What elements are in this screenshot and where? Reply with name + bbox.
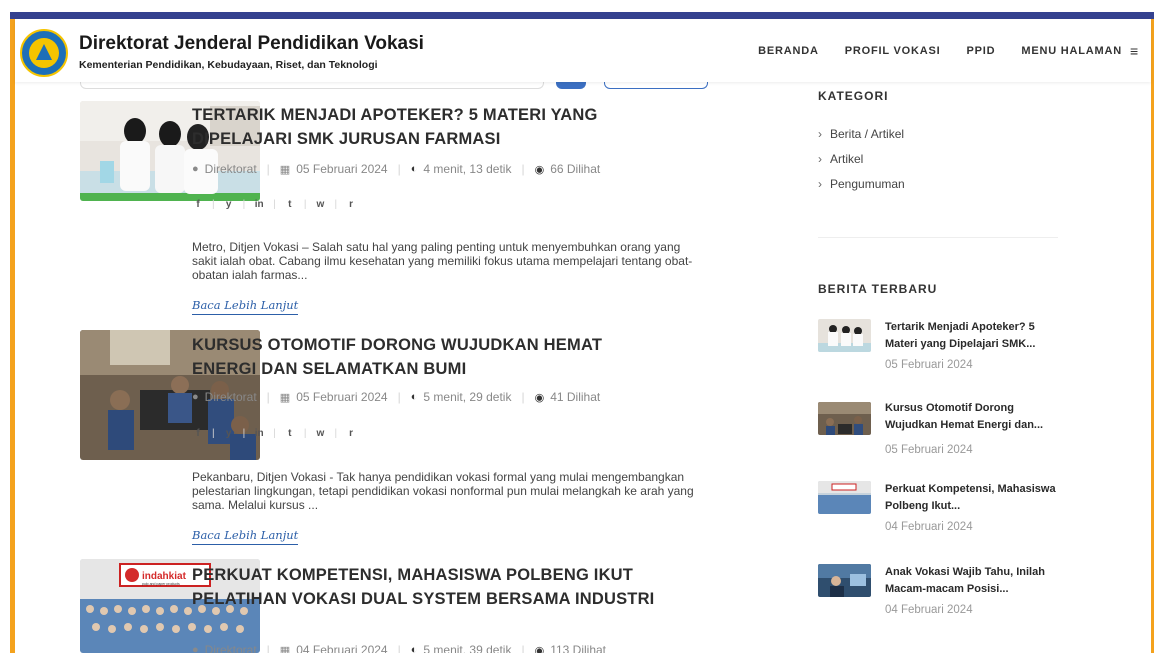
- site-title[interactable]: Direktorat Jenderal Pendidikan Vokasi: [79, 33, 424, 55]
- eye-icon: ◉: [534, 644, 545, 653]
- author: Direktorat: [204, 643, 257, 653]
- article-meta: ● Direktorat | ▦ 04 Februari 2024 | ◐ 5 men…: [192, 643, 606, 653]
- nav-profil-vokasi[interactable]: PROFIL VOKASI: [845, 45, 941, 57]
- recent-news-title: Kursus Otomotif Dorong Wujudkan Hemat En…: [885, 402, 1044, 431]
- site-header: Direktorat Jenderal Pendidikan Vokasi Ke…: [15, 19, 1151, 82]
- clock-icon: ◐: [410, 644, 418, 653]
- date: 05 Februari 2024: [296, 390, 388, 404]
- chevron-right-icon: ›: [818, 177, 822, 191]
- recent-news-item[interactable]: Perkuat Kompetensi, Mahasiswa Polbeng Ik…: [818, 481, 1068, 551]
- filter-button-partial[interactable]: [604, 82, 708, 89]
- linkedin-icon[interactable]: in: [253, 199, 265, 210]
- calendar-icon: ▦: [279, 644, 291, 653]
- banner-text: indahkiat: [142, 571, 187, 582]
- recent-news-date: 05 Februari 2024: [885, 444, 973, 456]
- chevron-right-icon: ›: [818, 152, 822, 166]
- recent-news-date: 05 Februari 2024: [885, 359, 973, 371]
- date: 04 Februari 2024: [296, 643, 388, 653]
- calendar-icon: ▦: [279, 163, 291, 176]
- article-title[interactable]: KURSUS OTOMOTIF DORONG WUJUDKAN HEMAT EN…: [192, 333, 662, 381]
- tut-wuri-handayani-logo[interactable]: [20, 29, 68, 77]
- chevron-right-icon: ›: [818, 127, 822, 141]
- recent-news-title: Perkuat Kompetensi, Mahasiswa Polbeng Ik…: [885, 483, 1056, 512]
- linkedin-icon[interactable]: in: [253, 428, 265, 439]
- read-time: 5 menit, 39 detik: [423, 643, 512, 653]
- whatsapp-icon[interactable]: w: [314, 199, 326, 210]
- share-bar: f | y | in | t | w | r: [192, 199, 357, 210]
- eye-icon: ◉: [534, 391, 545, 404]
- recent-news-thumbnail: [818, 402, 871, 435]
- twitter-icon[interactable]: y: [223, 199, 235, 210]
- recent-news-title: Anak Vokasi Wajib Tahu, Inilah Macam-mac…: [885, 566, 1045, 595]
- nav-menu-halaman[interactable]: MENU HALAMAN: [1021, 45, 1122, 57]
- recent-news-thumbnail: [818, 481, 871, 514]
- user-icon: ●: [192, 644, 199, 653]
- recent-news-thumbnail: [818, 564, 871, 597]
- share-bar: f | y | in | t | w | r: [192, 428, 357, 439]
- nav-ppid[interactable]: PPID: [966, 45, 995, 57]
- recent-news-title: Tertarik Menjadi Apoteker? 5 Materi yang…: [885, 321, 1036, 350]
- views: 41 Dilihat: [550, 390, 601, 404]
- clock-icon: ◐: [410, 163, 418, 175]
- category-pengumuman[interactable]: › Pengumuman: [818, 177, 905, 191]
- recent-news-item[interactable]: Kursus Otomotif Dorong Wujudkan Hemat En…: [818, 400, 1068, 470]
- category-berita-artikel[interactable]: › Berita / Artikel: [818, 127, 904, 141]
- twitter-icon[interactable]: y: [223, 428, 235, 439]
- clock-icon: ◐: [410, 391, 418, 403]
- facebook-icon[interactable]: f: [192, 428, 204, 439]
- category-artikel[interactable]: › Artikel: [818, 152, 863, 166]
- article-title[interactable]: TERTARIK MENJADI APOTEKER? 5 MATERI YANG…: [192, 103, 662, 151]
- nav-beranda[interactable]: BERANDA: [758, 45, 819, 57]
- banner-subtext: pulp and paper products: [142, 582, 180, 586]
- author: Direktorat: [204, 162, 257, 176]
- facebook-icon[interactable]: f: [192, 199, 204, 210]
- recent-news-item[interactable]: Tertarik Menjadi Apoteker? 5 Materi yang…: [818, 319, 1068, 389]
- views: 113 Dilihat: [550, 643, 606, 653]
- user-icon: ●: [192, 163, 199, 175]
- recent-news-date: 04 Februari 2024: [885, 521, 973, 533]
- main-nav: BERANDA PROFIL VOKASI PPID MENU HALAMAN …: [758, 43, 1139, 59]
- filter-select-partial[interactable]: [80, 82, 544, 89]
- recent-news-heading: BERITA TERBARU: [818, 282, 938, 296]
- reddit-icon[interactable]: r: [345, 199, 357, 210]
- article-meta: ● Direktorat | ▦ 05 Februari 2024 | ◐ 5 men…: [192, 390, 601, 404]
- categories-heading: KATEGORI: [818, 89, 889, 103]
- telegram-icon[interactable]: t: [284, 199, 296, 210]
- left-accent-bar: [10, 19, 15, 653]
- recent-news-date: 04 Februari 2024: [885, 604, 973, 616]
- whatsapp-icon[interactable]: w: [314, 428, 326, 439]
- top-stripe: [10, 12, 1154, 19]
- read-more-link[interactable]: Baca Lebih Lanjut: [192, 528, 299, 545]
- eye-icon: ◉: [534, 163, 545, 176]
- site-subtitle: Kementerian Pendidikan, Kebudayaan, Rise…: [79, 59, 378, 71]
- article-title[interactable]: PERKUAT KOMPETENSI, MAHASISWA POLBENG IK…: [192, 563, 662, 611]
- read-time: 5 menit, 29 detik: [423, 390, 512, 404]
- telegram-icon[interactable]: t: [284, 428, 296, 439]
- date: 05 Februari 2024: [296, 162, 388, 176]
- views: 66 Dilihat: [550, 162, 601, 176]
- article-excerpt: Pekanbaru, Ditjen Vokasi - Tak hanya pen…: [192, 470, 694, 512]
- reddit-icon[interactable]: r: [345, 428, 357, 439]
- read-time: 4 menit, 13 detik: [423, 162, 512, 176]
- search-button-partial[interactable]: [556, 82, 586, 89]
- hamburger-menu-icon[interactable]: ≡: [1130, 43, 1139, 59]
- recent-news-thumbnail: [818, 319, 871, 352]
- sidebar-divider: [818, 237, 1058, 238]
- read-more-link[interactable]: Baca Lebih Lanjut: [192, 298, 299, 315]
- article-meta: ● Direktorat | ▦ 05 Februari 2024 | ◐ 4 men…: [192, 162, 601, 176]
- calendar-icon: ▦: [279, 391, 291, 404]
- recent-news-item[interactable]: Anak Vokasi Wajib Tahu, Inilah Macam-mac…: [818, 564, 1068, 634]
- article-excerpt: Metro, Ditjen Vokasi – Salah satu hal ya…: [192, 240, 693, 282]
- author: Direktorat: [204, 390, 257, 404]
- user-icon: ●: [192, 391, 199, 403]
